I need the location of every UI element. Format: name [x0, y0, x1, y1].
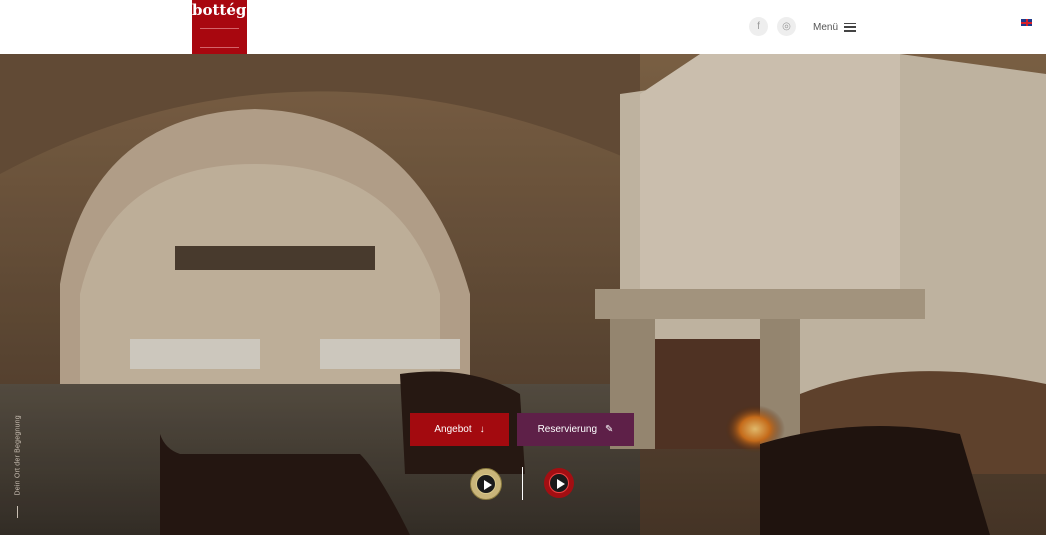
uk-flag-icon[interactable]: [1021, 19, 1032, 26]
side-tagline-line: [17, 506, 18, 518]
reservierung-label: Reservierung: [537, 424, 598, 435]
play-icon: [476, 474, 496, 494]
angebot-label: Angebot: [434, 424, 472, 435]
logo-text: bottéga: [192, 1, 257, 19]
bottega-logo[interactable]: bottéga: [192, 0, 257, 54]
site-header: bottéga f ◎ Menü: [0, 0, 1046, 54]
menu-button[interactable]: Menü: [813, 20, 857, 34]
side-tagline: Dein Ort der Begegnung: [14, 415, 22, 496]
hamburger-icon: [844, 22, 857, 32]
play-divider: [522, 467, 523, 500]
hero-section: [0, 54, 1046, 535]
arrow-down-icon: ↓: [479, 424, 485, 435]
tripadvisor-icon[interactable]: ◎: [777, 17, 796, 36]
hero-overlay: [0, 54, 1046, 535]
video-play-button-2[interactable]: [544, 468, 574, 498]
menu-label: Menü: [813, 21, 839, 33]
play-icon: [549, 473, 569, 493]
angebot-button[interactable]: Angebot ↓: [410, 413, 509, 446]
logo-emblem: [200, 28, 239, 48]
reservierung-button[interactable]: Reservierung ✎: [517, 413, 634, 446]
pencil-icon: ✎: [605, 424, 614, 435]
facebook-icon[interactable]: f: [749, 17, 768, 36]
video-play-button-1[interactable]: [470, 468, 502, 500]
